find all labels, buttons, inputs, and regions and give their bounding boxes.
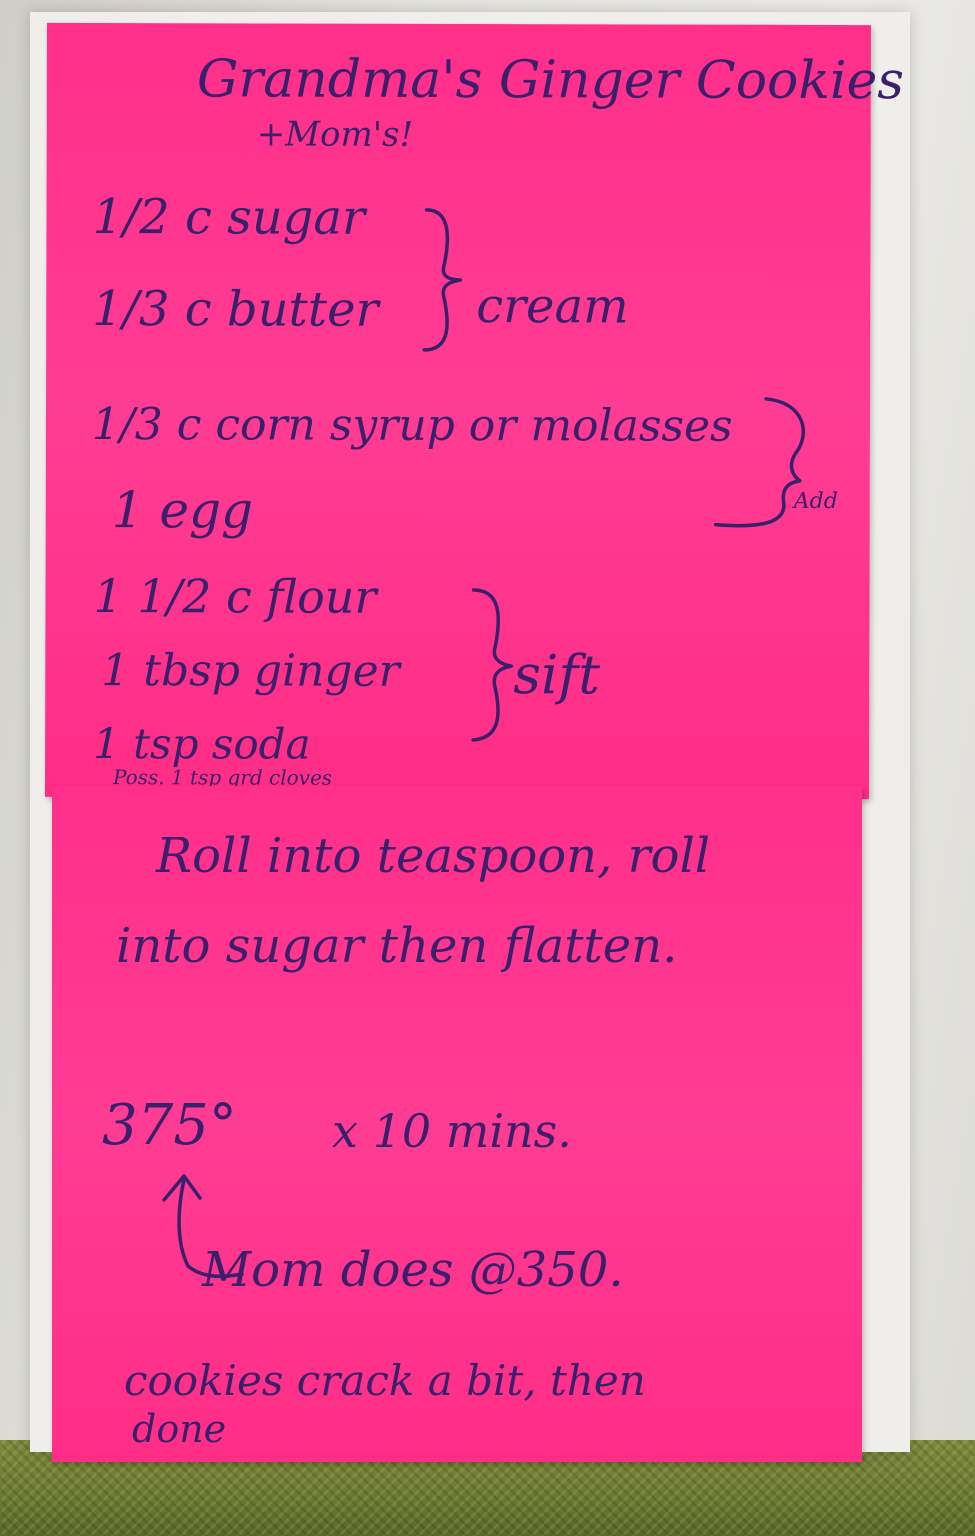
mom-temperature-note: Mom does @350. bbox=[202, 1242, 624, 1298]
footnote-cloves: Poss. 1 tsp grd cloves bbox=[113, 765, 333, 790]
bake-time: x 10 mins. bbox=[332, 1104, 572, 1158]
ingredient-syrup: 1/3 c corn syrup or molasses bbox=[91, 399, 733, 452]
ingredient-sugar: 1/2 c sugar bbox=[92, 189, 366, 246]
sticky-note-top: Grandma's Ginger Cookies +Mom's! 1/2 c s… bbox=[44, 22, 904, 800]
bracket-sift-label: sift bbox=[513, 643, 601, 707]
recipe-subtitle: +Mom's! bbox=[256, 114, 414, 155]
bracket-sift-icon bbox=[471, 588, 514, 742]
ingredient-butter: 1/3 c butter bbox=[92, 281, 379, 338]
ingredient-soda: 1 tsp soda bbox=[93, 719, 311, 769]
instruction-line-1: Roll into teaspoon, roll bbox=[156, 828, 711, 884]
ingredient-ginger: 1 tbsp ginger bbox=[101, 645, 400, 697]
bracket-add-label: Add bbox=[793, 488, 838, 514]
sticky-note-bottom: Roll into teaspoon, roll into sugar then… bbox=[52, 786, 862, 1462]
bracket-cream-icon bbox=[422, 208, 463, 352]
doneness-line-1: cookies crack a bit, then bbox=[124, 1356, 646, 1405]
bracket-cream-label: cream bbox=[476, 278, 629, 335]
bake-temperature: 375° bbox=[102, 1093, 237, 1158]
instruction-line-2: into sugar then flatten. bbox=[116, 918, 678, 974]
ingredient-flour: 1 1/2 c flour bbox=[93, 569, 377, 624]
recipe-title: Grandma's Ginger Cookies bbox=[196, 49, 905, 112]
doneness-line-2: done bbox=[132, 1407, 227, 1451]
ingredient-egg: 1 egg bbox=[111, 481, 254, 540]
